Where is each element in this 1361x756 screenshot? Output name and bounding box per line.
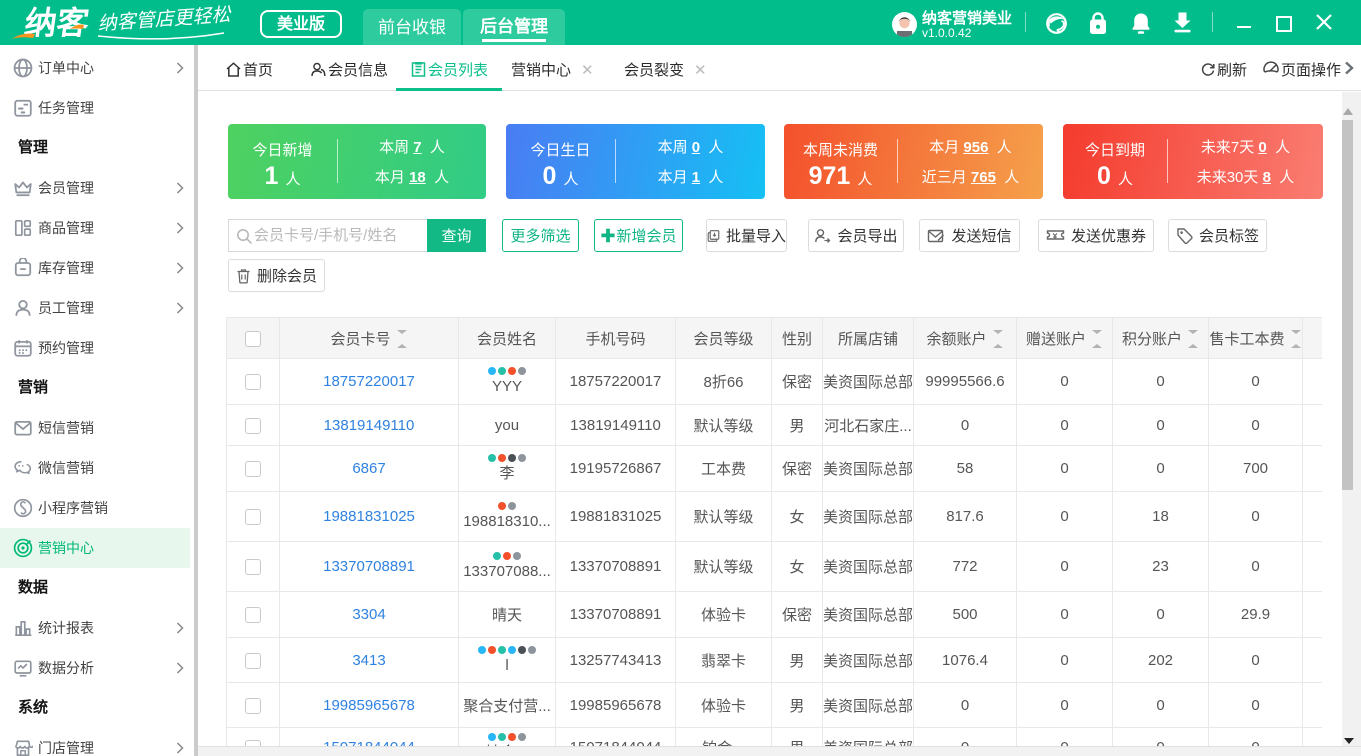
svg-text:纳客管店更轻松: 纳客管店更轻松 xyxy=(97,4,233,35)
